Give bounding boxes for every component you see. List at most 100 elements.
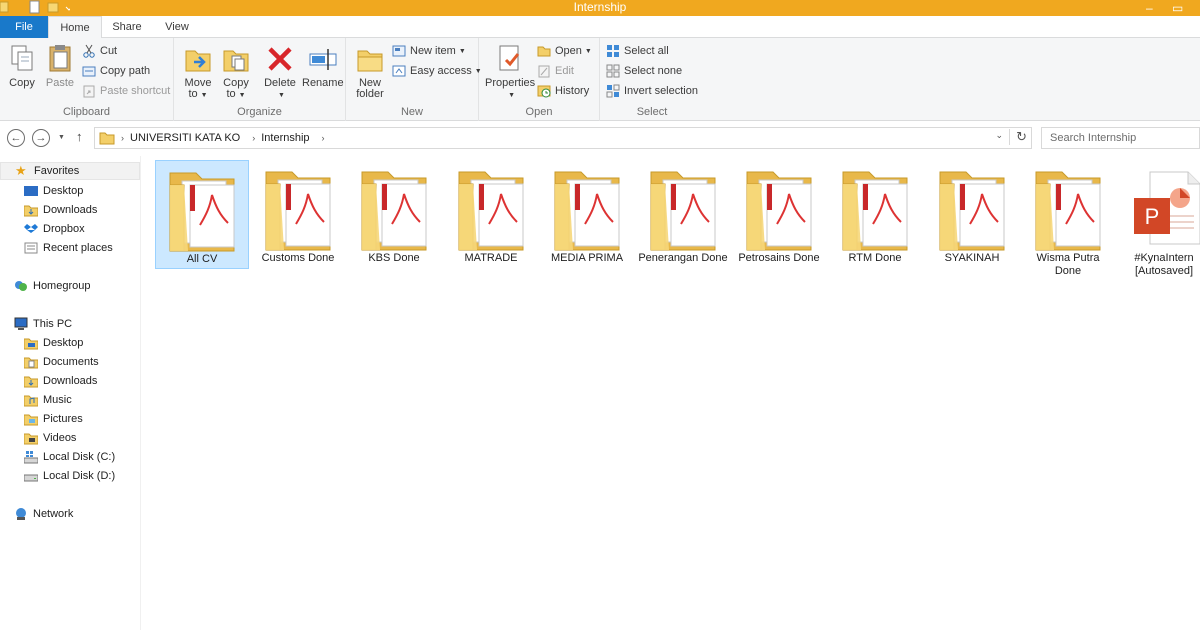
nav-homegroup[interactable]: Homegroup — [14, 277, 90, 295]
properties-button[interactable]: Properties ▼ — [485, 43, 535, 101]
copy-button[interactable]: Copy — [6, 43, 38, 89]
easy-access-label: Easy access — [410, 65, 472, 77]
folder-item[interactable]: MEDIA PRIMA — [540, 160, 634, 267]
nav-pc-videos[interactable]: Videos — [24, 429, 76, 447]
breadcrumb-separator-icon: › — [252, 133, 256, 143]
edit-button[interactable]: Edit — [537, 62, 574, 80]
forward-button[interactable]: → — [32, 129, 50, 147]
search-input[interactable]: Search Internship — [1041, 127, 1200, 149]
folder-item[interactable]: KBS Done — [347, 160, 441, 267]
address-bar[interactable]: › UNIVERSITI KATA KO › Internship › ⌄ ↻ — [94, 127, 1032, 149]
refresh-icon[interactable]: ↻ — [1009, 129, 1027, 145]
nav-network[interactable]: Network — [14, 505, 73, 523]
easy-access-icon — [392, 65, 406, 77]
copy-path-label: Copy path — [100, 65, 151, 77]
folder-item[interactable]: All CV — [155, 160, 249, 269]
cut-button[interactable]: Cut — [82, 42, 117, 60]
tab-home[interactable]: Home — [48, 16, 102, 39]
nav-pc-local-disk-d[interactable]: Local Disk (D:) — [24, 467, 115, 485]
copy-to-button[interactable]: Copy to ▼ — [220, 43, 252, 101]
tab-view[interactable]: View — [152, 16, 202, 38]
title-bar: Internship – ▭ — [0, 0, 1200, 16]
delete-button[interactable]: Delete ▼ — [264, 43, 296, 101]
file-name: All CV — [186, 253, 218, 265]
folder-item[interactable]: Penerangan Done — [636, 160, 730, 267]
nav-item-label: Recent places — [43, 242, 113, 254]
tab-file[interactable]: File — [0, 16, 48, 38]
paste-shortcut-button[interactable]: Paste shortcut — [82, 82, 170, 100]
nav-pc-music[interactable]: Music — [24, 391, 72, 409]
new-item-button[interactable]: New item ▼ — [392, 42, 466, 60]
nav-item-label: Dropbox — [43, 223, 85, 235]
select-all-button[interactable]: Select all — [606, 42, 669, 60]
folder-item[interactable]: Wisma Putra Done — [1021, 160, 1115, 280]
nav-item-label: Videos — [43, 432, 77, 444]
nav-fav-dropbox[interactable]: Dropbox — [24, 220, 85, 238]
nav-favorites-label: Favorites — [34, 165, 80, 177]
folder-item[interactable]: Customs Done — [251, 160, 345, 267]
folder-item[interactable]: MATRADE — [444, 160, 538, 267]
nav-pc-downloads[interactable]: Downloads — [24, 372, 97, 390]
back-button[interactable]: ← — [7, 129, 25, 147]
copy-path-button[interactable]: Copy path — [82, 62, 150, 80]
easy-access-button[interactable]: Easy access ▼ — [392, 62, 482, 80]
nav-item-label: Downloads — [43, 204, 98, 216]
nav-fav-downloads[interactable]: Downloads — [24, 201, 97, 219]
pdf-folder-icon — [842, 171, 908, 251]
pdf-folder-icon — [746, 171, 812, 251]
downloads-icon — [24, 205, 38, 217]
open-button[interactable]: Open ▼ — [537, 42, 592, 60]
nav-fav-recent-places[interactable]: Recent places — [24, 239, 113, 257]
breadcrumb-internship[interactable]: Internship — [261, 132, 309, 144]
select-none-button[interactable]: Select none — [606, 62, 682, 80]
select-group: Select all Select none Invert selection … — [600, 38, 704, 121]
powerpoint-file-icon: P — [1134, 171, 1200, 245]
pdf-folder-icon — [458, 171, 524, 251]
dropbox-icon — [24, 224, 38, 233]
recent-locations-chevron-icon[interactable]: ▼ — [58, 134, 65, 141]
paste-button[interactable]: Paste — [44, 43, 76, 89]
history-icon — [537, 85, 551, 98]
file-item[interactable]: P #KynaIntern [Autosaved] — [1117, 160, 1200, 280]
history-button[interactable]: History — [537, 82, 589, 100]
nav-pc-documents[interactable]: Documents — [24, 353, 99, 371]
rename-button[interactable]: Rename — [302, 43, 344, 89]
paste-shortcut-icon — [83, 85, 95, 98]
window-title: Internship — [573, 0, 627, 14]
organize-group-label: Organize — [237, 106, 282, 118]
file-name: MATRADE — [464, 252, 518, 264]
new-group-label: New — [400, 106, 423, 118]
nav-this-pc[interactable]: This PC — [14, 315, 72, 333]
folder-item[interactable]: RTM Done — [828, 160, 922, 267]
nav-pc-desktop[interactable]: Desktop — [24, 334, 83, 352]
file-name: RTM Done — [848, 252, 902, 264]
folder-item[interactable]: SYAKINAH — [925, 160, 1019, 267]
nav-this-pc-label: This PC — [33, 318, 73, 330]
new-item-icon — [392, 45, 406, 57]
address-dropdown-icon[interactable]: ⌄ — [995, 130, 1003, 141]
file-name: #KynaIntern [Autosaved] — [1134, 252, 1194, 277]
navigation-bar: ← → ▼ ↑ › UNIVERSITI KATA KO › Internshi… — [0, 122, 1200, 154]
breadcrumb-universiti[interactable]: UNIVERSITI KATA KO — [130, 132, 240, 144]
pdf-folder-icon — [361, 171, 427, 251]
navigation-pane: ★ Favorites Desktop Downloads Dropbox Re… — [0, 156, 141, 630]
nav-pc-pictures[interactable]: Pictures — [24, 410, 83, 428]
invert-selection-button[interactable]: Invert selection — [606, 82, 698, 100]
nav-pc-local-disk-c[interactable]: Local Disk (C:) — [24, 448, 115, 466]
nav-favorites[interactable]: ★ Favorites — [0, 162, 140, 180]
nav-fav-desktop[interactable]: Desktop — [24, 182, 83, 200]
tab-share[interactable]: Share — [102, 16, 152, 38]
paste-icon — [49, 45, 71, 72]
new-folder-icon — [357, 50, 383, 72]
up-button[interactable]: ↑ — [76, 129, 83, 144]
minimize-button[interactable]: – — [1146, 0, 1153, 16]
select-all-label: Select all — [624, 45, 669, 57]
new-folder-button[interactable]: New folder — [354, 43, 386, 100]
svg-text:P: P — [1145, 204, 1160, 229]
invert-selection-icon — [606, 84, 620, 98]
copy-to-icon — [223, 50, 249, 72]
ribbon-tabs: File Home Share View — [0, 16, 1200, 39]
folder-item[interactable]: Petrosains Done — [732, 160, 826, 267]
move-to-button[interactable]: Move to ▼ — [182, 43, 214, 101]
maximize-button[interactable]: ▭ — [1172, 0, 1183, 16]
